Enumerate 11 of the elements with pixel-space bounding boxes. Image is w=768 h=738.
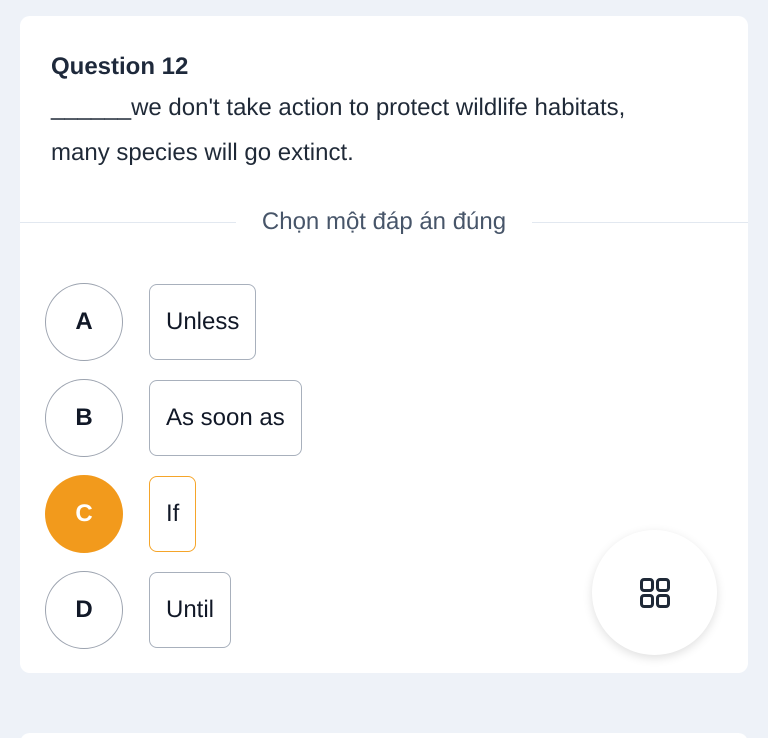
option-letter-button[interactable]: B — [45, 379, 123, 457]
instruction-text: Chọn một đáp án đúng — [262, 207, 506, 237]
question-title: Question 12 — [51, 52, 190, 82]
answer-option-button[interactable]: If — [149, 476, 196, 552]
answer-option-button[interactable]: Unless — [149, 284, 256, 360]
grid-icon — [640, 578, 670, 608]
option-letter-button[interactable]: D — [45, 571, 123, 649]
answer-option-button[interactable]: Until — [149, 572, 232, 648]
option-letter-button[interactable]: A — [45, 283, 123, 361]
question-text: ______we don't take action to protect wildlife habitats, many species will go extinct. — [51, 93, 626, 168]
answer-option-button[interactable]: As soon as — [149, 380, 302, 456]
